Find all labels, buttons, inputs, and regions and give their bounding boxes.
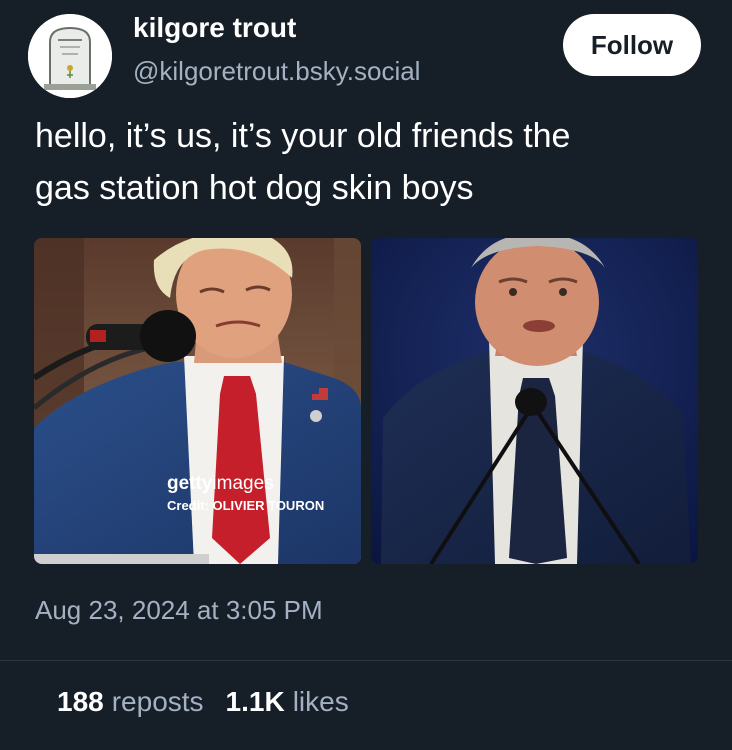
post-image-2[interactable] [371,238,698,564]
getty-watermark: gettyimages Credit: OLIVIER TOURON [167,473,324,513]
likes-count: 1.1K [225,686,285,717]
watermark-brand: gettyimages [167,473,274,494]
post-text-line: gas station hot dog skin boys [35,169,474,207]
reposts-label: reposts [111,686,204,717]
follow-button[interactable]: Follow [563,14,701,76]
author-handle[interactable]: @kilgoretrout.bsky.social [133,56,420,87]
tombstone-avatar-icon [28,14,112,98]
post-text: hello, it’s us, it’s your old friends th… [35,110,705,214]
likes-label: likes [292,686,349,717]
watermark-credit: Credit: OLIVIER TOURON [167,498,325,513]
post-image-2-photo [371,238,698,564]
post-stats: 188 reposts 1.1K likes [57,686,371,718]
divider [0,660,732,661]
author-avatar[interactable] [28,14,112,98]
likes-stat[interactable]: 1.1K likes [226,686,349,718]
author-display-name[interactable]: kilgore trout [133,12,296,44]
reposts-count: 188 [57,686,104,717]
post-image-1-photo [34,238,361,564]
post-timestamp: Aug 23, 2024 at 3:05 PM [35,595,323,625]
reposts-stat[interactable]: 188 reposts [57,686,204,718]
post-image-1[interactable]: gettyimages Credit: OLIVIER TOURON [34,238,361,564]
post-text-line: hello, it’s us, it’s your old friends th… [35,117,571,155]
